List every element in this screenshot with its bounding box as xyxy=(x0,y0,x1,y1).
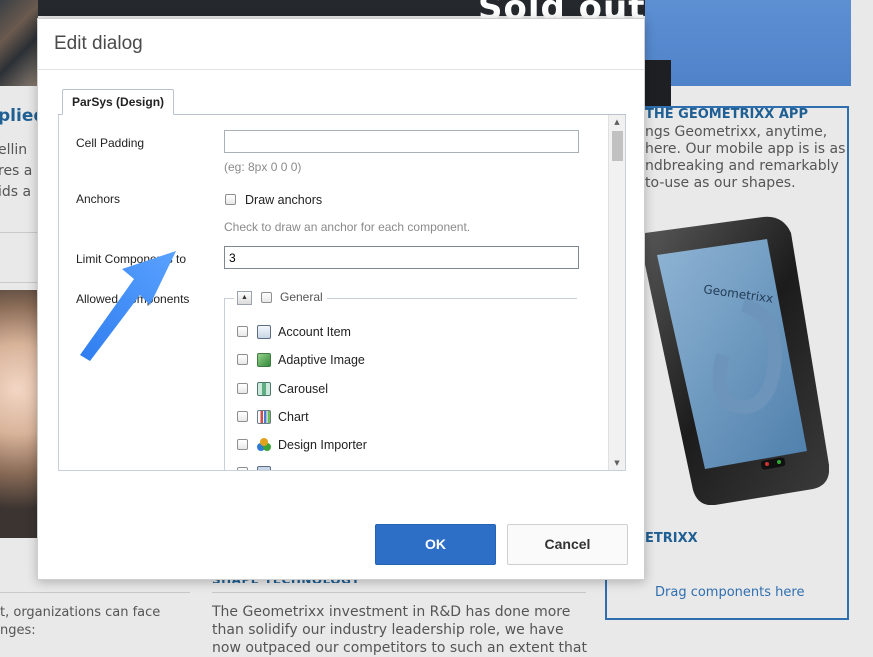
carousel-checkbox[interactable] xyxy=(237,383,248,394)
component-label[interactable]: Carousel xyxy=(278,382,328,396)
component-label[interactable]: Adaptive Image xyxy=(278,353,365,367)
component-icon xyxy=(257,466,271,470)
portrait-image xyxy=(0,290,38,538)
chart-checkbox[interactable] xyxy=(237,411,248,422)
account-item-checkbox[interactable] xyxy=(237,326,248,337)
cell-padding-label: Cell Padding xyxy=(76,136,145,150)
component-label[interactable]: Design Importer xyxy=(278,438,367,452)
scroll-up-arrow-icon[interactable]: ▲ xyxy=(609,115,625,129)
component-label[interactable]: Chart xyxy=(278,410,309,424)
fieldset-border xyxy=(327,298,577,299)
anchors-label: Anchors xyxy=(76,192,121,206)
adaptive-image-checkbox[interactable] xyxy=(237,354,248,365)
divider xyxy=(0,232,38,233)
phone-caption[interactable]: ETRIXX xyxy=(645,531,698,546)
phone-image: Geometrixx xyxy=(643,216,829,505)
ok-button[interactable]: OK xyxy=(375,524,496,565)
drag-components-placeholder[interactable]: Drag components here xyxy=(655,585,804,600)
collapse-group-button[interactable]: ▲ xyxy=(237,291,252,305)
component-label[interactable]: Account Item xyxy=(278,325,351,339)
chart-icon xyxy=(257,410,271,424)
anchors-hint: Check to draw an anchor for each compone… xyxy=(224,220,471,234)
divider xyxy=(0,592,190,593)
design-importer-checkbox[interactable] xyxy=(237,439,248,450)
carousel-icon xyxy=(257,382,271,396)
cell-padding-hint: (eg: 8px 0 0 0) xyxy=(224,160,302,174)
scroll-thumb[interactable] xyxy=(612,131,623,161)
group-general-legend: General xyxy=(280,290,323,304)
divider xyxy=(212,592,586,593)
banner-image-left xyxy=(0,0,38,86)
left-article-text: ellin res a ids a xyxy=(0,142,33,200)
banner-strip xyxy=(645,60,671,106)
image-icon xyxy=(257,353,271,367)
mid-article-text: The Geometrixx investment in R&D has don… xyxy=(212,604,587,656)
annotation-arrow-icon xyxy=(80,251,176,361)
cell-padding-input[interactable] xyxy=(224,130,579,153)
banner-image-right xyxy=(645,0,851,86)
general-group-checkbox[interactable] xyxy=(261,292,272,303)
dialog-header[interactable]: Edit dialog xyxy=(38,19,644,70)
dialog-title: Edit dialog xyxy=(54,33,143,54)
design-importer-icon xyxy=(257,438,271,451)
app-promo-title[interactable]: THE GEOMETRIXX APP xyxy=(645,107,808,122)
panel-scrollbar[interactable]: ▲ ▼ xyxy=(608,115,625,470)
next-component-checkbox[interactable] xyxy=(237,467,248,470)
tab-parsys-design[interactable]: ParSys (Design) xyxy=(62,89,175,115)
divider xyxy=(0,282,38,283)
draw-anchors-checkbox[interactable] xyxy=(225,194,236,205)
fieldset-border xyxy=(224,298,234,299)
cancel-button[interactable]: Cancel xyxy=(507,524,628,565)
account-item-icon xyxy=(257,325,271,339)
limit-components-input[interactable] xyxy=(224,246,579,269)
scroll-down-arrow-icon[interactable]: ▼ xyxy=(609,456,625,470)
app-promo-text: ngs Geometrixx, anytime, here. Our mobil… xyxy=(645,124,846,191)
fieldset-border xyxy=(224,298,225,470)
draw-anchors-label[interactable]: Draw anchors xyxy=(245,193,322,207)
tab-strip: ParSys (Design) xyxy=(58,89,626,115)
bottom-left-text: t, organizations can face nges: xyxy=(0,605,161,638)
